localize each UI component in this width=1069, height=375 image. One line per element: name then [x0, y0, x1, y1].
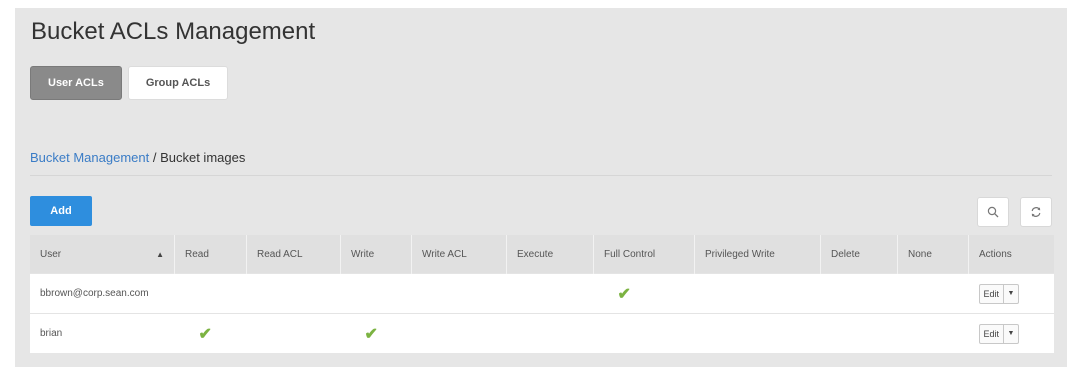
read-acl-cell	[246, 273, 341, 314]
breadcrumb: Bucket Management / Bucket images	[30, 150, 245, 165]
execute-cell	[506, 273, 594, 314]
breadcrumb-separator: /	[149, 150, 161, 165]
none-cell	[897, 273, 969, 314]
column-header-write: Write	[340, 235, 412, 274]
actions-cell: Edit ▼	[968, 313, 1054, 353]
write-cell	[340, 273, 412, 314]
actions-cell: Edit ▼	[968, 273, 1054, 314]
page-title: Bucket ACLs Management	[31, 18, 316, 45]
column-header-actions: Actions	[968, 235, 1054, 274]
user-cell: brian	[30, 313, 175, 353]
refresh-button[interactable]	[1020, 197, 1052, 227]
column-header-read: Read	[174, 235, 247, 274]
acl-table: User ▲ Read Read ACL Write Write ACL Exec…	[30, 235, 1054, 353]
checkmark-icon: ✔	[364, 325, 378, 343]
write-acl-cell	[411, 313, 507, 353]
column-header-write-acl: Write ACL	[411, 235, 507, 274]
column-header-full-control: Full Control	[593, 235, 695, 274]
sort-asc-icon: ▲	[156, 249, 164, 259]
read-cell	[174, 273, 247, 314]
read-cell: ✔	[174, 313, 247, 353]
actions-dropdown-toggle[interactable]: ▼	[1003, 284, 1018, 303]
column-header-none: None	[897, 235, 969, 274]
caret-down-icon: ▼	[1007, 289, 1015, 297]
breadcrumb-bucket-management-link[interactable]: Bucket Management	[30, 150, 149, 165]
actions-dropdown-toggle[interactable]: ▼	[1003, 324, 1018, 343]
user-cell: bbrown@corp.sean.com	[30, 273, 175, 314]
acl-tabs: User ACLs Group ACLs	[30, 66, 229, 100]
refresh-icon	[1031, 207, 1041, 217]
column-header-user[interactable]: User ▲	[30, 235, 175, 274]
table-row: bbrown@corp.sean.com ✔ Edit ▼	[30, 273, 1054, 314]
column-header-execute: Execute	[506, 235, 594, 274]
column-header-delete: Delete	[820, 235, 898, 274]
table-header-row: User ▲ Read Read ACL Write Write ACL Exec…	[30, 235, 1054, 274]
edit-split-button: Edit ▼	[978, 323, 1020, 344]
table-row: brian ✔ ✔ Edit ▼	[30, 313, 1054, 353]
write-acl-cell	[411, 273, 507, 314]
breadcrumb-current: Bucket images	[160, 150, 246, 165]
column-header-read-acl: Read ACL	[246, 235, 341, 274]
edit-split-button: Edit ▼	[978, 283, 1020, 304]
none-cell	[897, 313, 969, 353]
full-control-cell	[593, 313, 695, 353]
divider	[30, 175, 1052, 176]
checkmark-icon: ✔	[198, 325, 212, 343]
add-button[interactable]: Add	[30, 196, 92, 226]
content-panel: Bucket ACLs Management User ACLs Group A…	[15, 8, 1067, 367]
column-header-privileged-write: Privileged Write	[694, 235, 821, 274]
tab-group-acls[interactable]: Group ACLs	[127, 66, 229, 100]
write-cell: ✔	[340, 313, 412, 353]
tab-user-acls[interactable]: User ACLs	[30, 66, 122, 100]
full-control-cell: ✔	[593, 273, 695, 314]
caret-down-icon: ▼	[1007, 329, 1015, 337]
checkmark-icon: ✔	[617, 285, 631, 303]
privileged-write-cell	[694, 273, 821, 314]
search-button[interactable]	[977, 197, 1009, 227]
column-label: User	[40, 248, 62, 260]
privileged-write-cell	[694, 313, 821, 353]
search-icon	[987, 206, 999, 218]
execute-cell	[506, 313, 594, 353]
edit-button[interactable]: Edit	[980, 325, 1004, 343]
edit-button[interactable]: Edit	[980, 285, 1004, 303]
read-acl-cell	[246, 313, 341, 353]
delete-cell	[820, 313, 898, 353]
delete-cell	[820, 273, 898, 314]
